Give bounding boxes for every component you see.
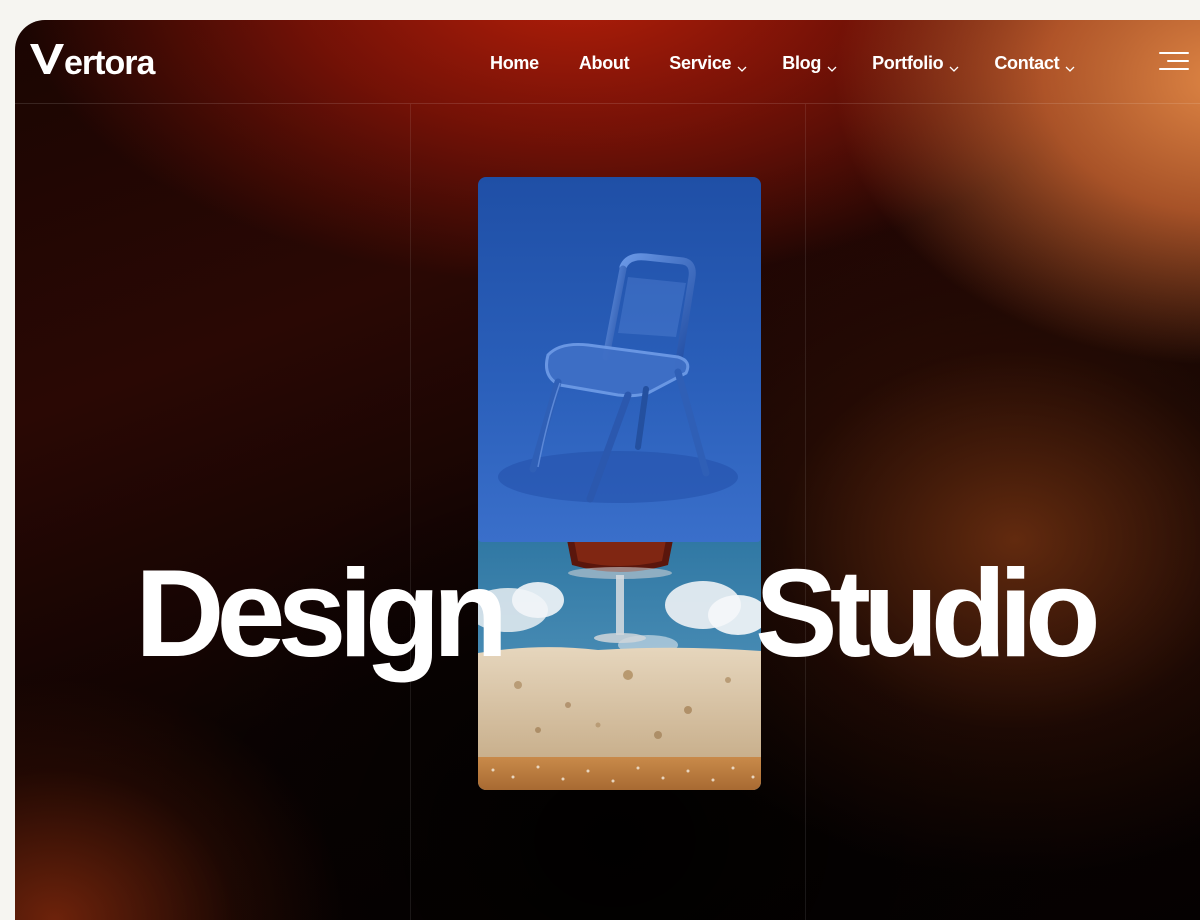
nav-item-portfolio[interactable]: Portfolio [872, 53, 959, 74]
glass-on-stone-photo [478, 535, 761, 790]
main-nav: Home About Service Blog Portfolio Contac… [490, 50, 1110, 76]
blue-chair-photo [478, 177, 761, 542]
brand-logo[interactable]: ertora [30, 42, 155, 84]
grid-line [410, 104, 411, 920]
nav-item-contact[interactable]: Contact [994, 53, 1075, 74]
chevron-down-icon [827, 58, 837, 72]
chevron-down-icon [737, 58, 747, 72]
nav-item-label: About [578, 52, 630, 73]
header-divider [15, 103, 1200, 104]
chevron-down-icon [1065, 58, 1075, 72]
nav-item-service[interactable]: Service [669, 53, 747, 74]
brand-name: ertora [64, 44, 155, 82]
nav-item-home[interactable]: Home [490, 53, 539, 74]
nav-item-about[interactable]: About [578, 52, 630, 74]
nav-item-blog[interactable]: Blog [782, 53, 837, 74]
hero-section: ertora Home About Service Blog Portfolio [15, 20, 1200, 920]
nav-item-label: Blog [782, 52, 822, 73]
nav-item-label: Portfolio [872, 52, 944, 73]
v-logo-mark-icon [30, 42, 64, 74]
grid-line [805, 104, 806, 920]
chevron-down-icon [949, 58, 959, 72]
hero-title-left: Design [135, 545, 508, 683]
hamburger-menu-icon[interactable] [1155, 50, 1189, 76]
nav-item-label: Contact [994, 52, 1060, 73]
nav-item-label: Home [490, 52, 539, 73]
hero-title-right: Studio [755, 545, 1101, 683]
nav-item-label: Service [669, 52, 732, 73]
